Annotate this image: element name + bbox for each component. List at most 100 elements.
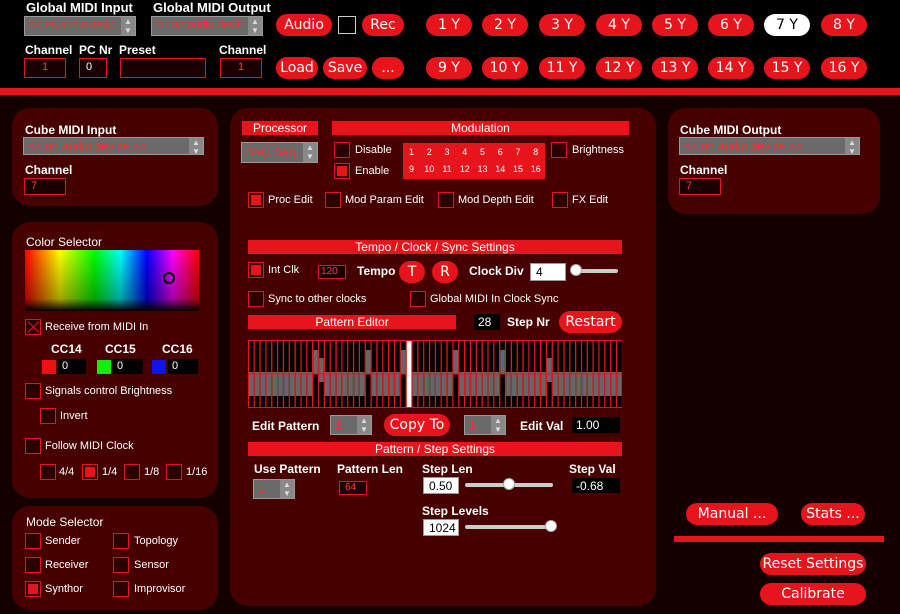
pattern-len-field[interactable]: 64 [339, 481, 367, 495]
preset-slot-button[interactable]: 3 Y [539, 14, 585, 36]
global-midi-output-select[interactable]: << no audio devic... ▲ ▼ [151, 16, 263, 36]
save-button[interactable]: Save [323, 57, 367, 79]
cc16-value[interactable]: 0 [168, 359, 198, 374]
modulation-cell[interactable]: 8 [527, 144, 544, 161]
clock-div-field[interactable]: 4 [530, 263, 566, 281]
modulation-cell[interactable]: 15 [510, 161, 527, 178]
preset-field[interactable] [120, 58, 206, 78]
modulation-cell[interactable]: 1 [403, 144, 420, 161]
modulation-cell[interactable]: 11 [439, 161, 456, 178]
improvisor-checkbox[interactable] [113, 581, 129, 597]
div-1-8-checkbox[interactable] [124, 464, 140, 480]
load-button[interactable]: Load [276, 57, 318, 79]
cube-out-channel-field[interactable]: 7 [679, 178, 721, 195]
div-1-16-checkbox[interactable] [166, 464, 182, 480]
modulation-cell[interactable]: 13 [474, 161, 491, 178]
step-pattern-grid[interactable] [248, 340, 622, 408]
invert-checkbox[interactable] [40, 408, 56, 424]
clock-div-slider[interactable] [570, 264, 618, 276]
tap-tempo-button[interactable]: T [399, 261, 425, 283]
global-midi-input-select[interactable]: << no audio devic... ▲ ▼ [24, 16, 136, 36]
preset-slot-button[interactable]: 1 Y [426, 14, 472, 36]
brightness-checkbox[interactable] [551, 142, 567, 158]
receiver-checkbox[interactable] [25, 557, 41, 573]
record-toggle[interactable] [338, 16, 356, 34]
modulation-cell[interactable]: 4 [456, 144, 473, 161]
global-sync-checkbox[interactable] [410, 291, 426, 307]
cube-midi-output-select[interactable]: << no audio device >> ▲ ▼ [679, 137, 860, 155]
step-val-field[interactable]: -0.68 [572, 478, 620, 493]
synthor-checkbox[interactable] [25, 581, 41, 597]
step-len-field[interactable]: 0.50 [423, 477, 459, 494]
modulation-cell[interactable]: 7 [510, 144, 527, 161]
disable-checkbox[interactable] [334, 142, 350, 158]
copy-target-select[interactable]: 1 ▲ ▼ [464, 415, 506, 435]
modulation-cell[interactable]: 6 [492, 144, 509, 161]
receive-midi-checkbox[interactable] [25, 319, 41, 335]
processor-select[interactable]: Step Seq ▲ ▼ [241, 142, 318, 163]
preset-slot-button[interactable]: 5 Y [652, 14, 698, 36]
sender-checkbox[interactable] [25, 533, 41, 549]
modulation-cell[interactable]: 14 [492, 161, 509, 178]
channel2-field[interactable]: 1 [220, 58, 262, 78]
cube-midi-input-select[interactable]: << no audio device >> ▲ ▼ [23, 137, 204, 155]
preset-slot-button[interactable]: 7 Y [764, 14, 810, 36]
stats-button[interactable]: Stats ... [801, 503, 865, 525]
modulation-cell[interactable]: 12 [456, 161, 473, 178]
preset-slot-button[interactable]: 4 Y [596, 14, 642, 36]
mod-param-edit-checkbox[interactable] [325, 192, 341, 208]
audio-button[interactable]: Audio [276, 14, 332, 36]
div-4-4-checkbox[interactable] [40, 464, 56, 480]
modulation-cell[interactable]: 5 [474, 144, 491, 161]
step-levels-slider[interactable] [465, 520, 557, 532]
slider-knob[interactable] [503, 478, 515, 490]
preset-slot-button[interactable]: 13 Y [652, 57, 698, 79]
channel-field[interactable]: 1 [24, 58, 66, 78]
preset-slot-button[interactable]: 15 Y [764, 57, 810, 79]
step-levels-field[interactable]: 1024 [423, 519, 459, 536]
rec-button[interactable]: Rec [362, 14, 404, 36]
slider-knob[interactable] [545, 520, 557, 532]
modulation-cell[interactable]: 10 [421, 161, 438, 178]
more-button[interactable]: ... [372, 57, 404, 79]
preset-slot-button[interactable]: 12 Y [596, 57, 642, 79]
preset-slot-button[interactable]: 11 Y [539, 57, 585, 79]
proc-edit-checkbox[interactable] [248, 192, 264, 208]
enable-checkbox[interactable] [334, 163, 350, 179]
topology-checkbox[interactable] [113, 533, 129, 549]
preset-slot-button[interactable]: 2 Y [482, 14, 528, 36]
mod-depth-edit-checkbox[interactable] [438, 192, 454, 208]
step-nr-field[interactable]: 28 [474, 314, 500, 330]
use-pattern-select[interactable]: 1 ▲ ▼ [253, 479, 295, 499]
modulation-cell[interactable]: 3 [439, 144, 456, 161]
edit-val-field[interactable]: 1.00 [572, 417, 620, 433]
cc15-value[interactable]: 0 [113, 359, 143, 374]
modulation-cell[interactable]: 2 [421, 144, 438, 161]
preset-slot-button[interactable]: 8 Y [821, 14, 867, 36]
fx-edit-checkbox[interactable] [552, 192, 568, 208]
reset-settings-button[interactable]: Reset Settings [760, 553, 866, 575]
follow-clock-checkbox[interactable] [25, 438, 41, 454]
calibrate-button[interactable]: Calibrate [760, 583, 866, 605]
preset-slot-button[interactable]: 9 Y [426, 57, 472, 79]
edit-pattern-select[interactable]: 1 ▲ ▼ [330, 415, 372, 435]
div-1-4-checkbox[interactable] [82, 464, 98, 480]
step-len-slider[interactable] [465, 478, 553, 490]
slider-knob[interactable] [570, 264, 582, 276]
cube-in-channel-field[interactable]: 7 [24, 178, 66, 195]
sync-clocks-checkbox[interactable] [248, 291, 264, 307]
copy-to-button[interactable]: Copy To [384, 414, 450, 436]
int-clk-checkbox[interactable] [248, 262, 264, 278]
pc-nr-field[interactable]: 0 [79, 58, 107, 78]
preset-slot-button[interactable]: 10 Y [482, 57, 528, 79]
modulation-cell[interactable]: 9 [403, 161, 420, 178]
sensor-checkbox[interactable] [113, 557, 129, 573]
manual-button[interactable]: Manual ... [686, 503, 778, 525]
reset-tempo-button[interactable]: R [432, 261, 458, 283]
color-picker-cursor[interactable] [163, 272, 175, 284]
modulation-cell[interactable]: 16 [527, 161, 544, 178]
preset-slot-button[interactable]: 14 Y [708, 57, 754, 79]
restart-button[interactable]: Restart [559, 311, 622, 333]
signals-brightness-checkbox[interactable] [25, 383, 41, 399]
preset-slot-button[interactable]: 6 Y [708, 14, 754, 36]
